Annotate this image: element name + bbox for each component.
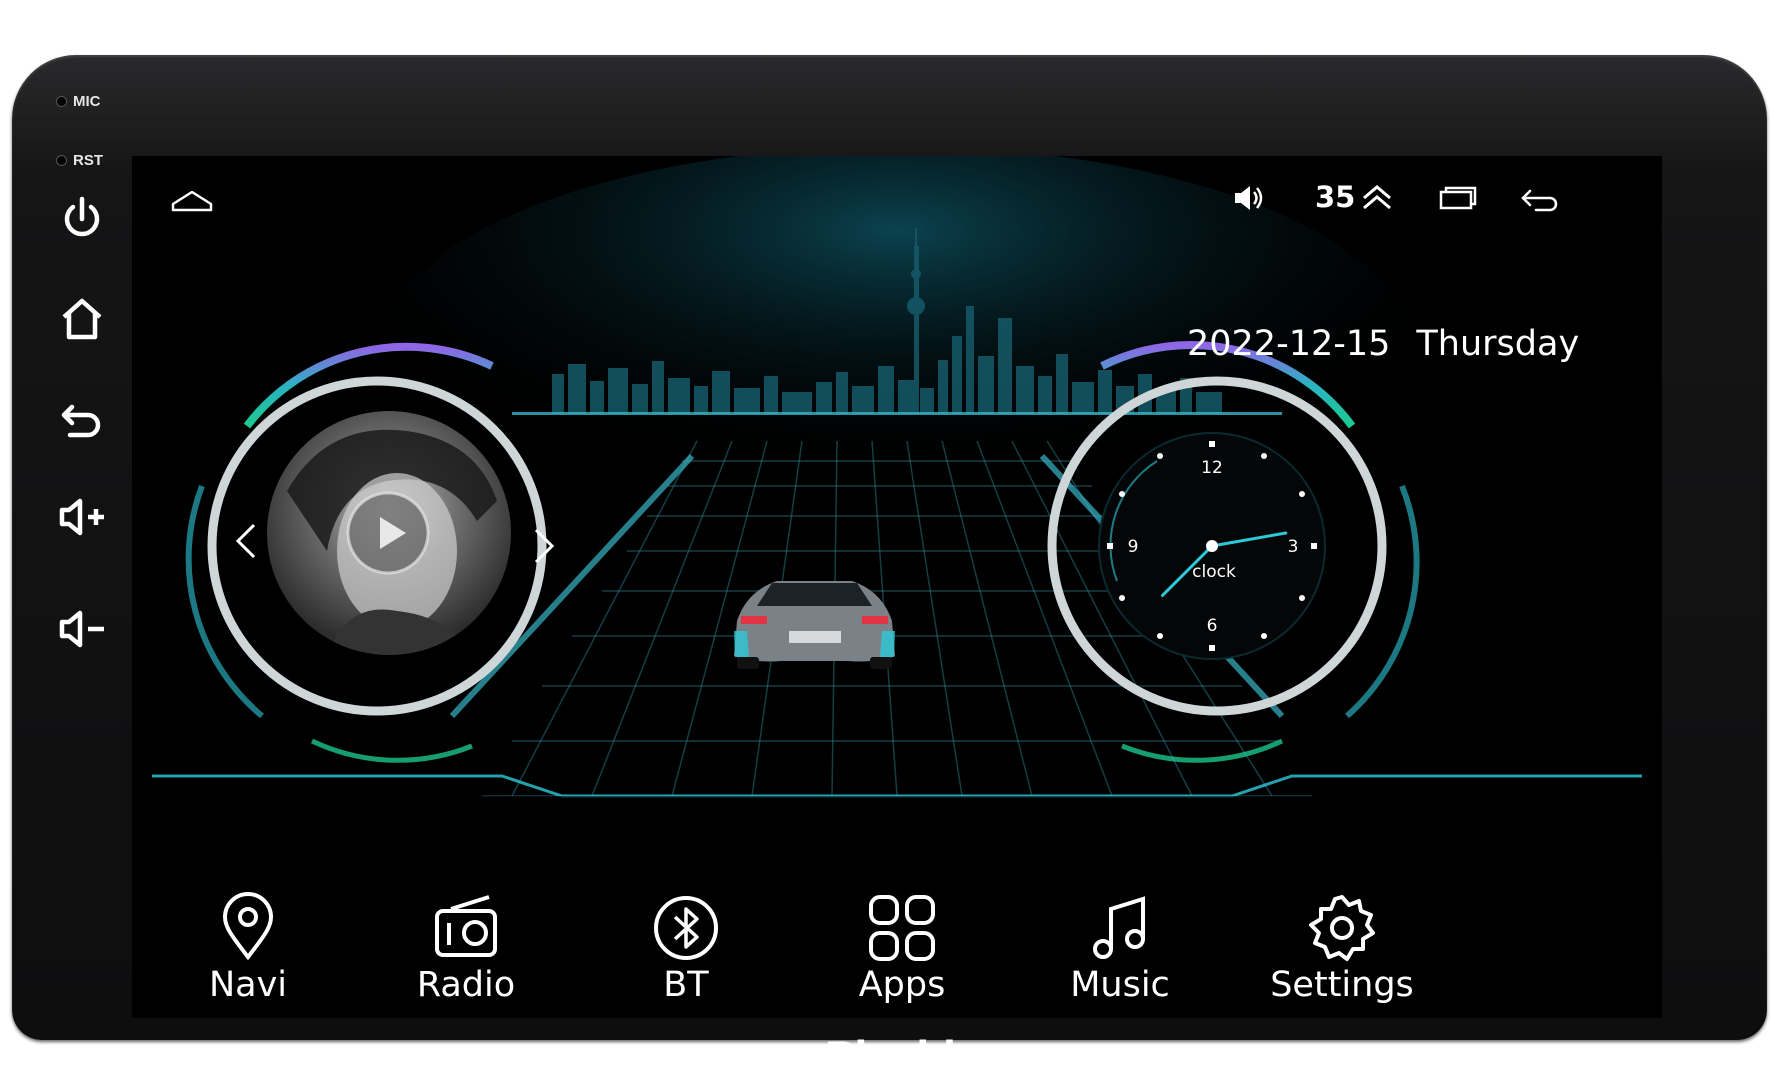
- dock-music[interactable]: Music: [1030, 891, 1210, 1005]
- dock-settings-label: Settings: [1270, 965, 1414, 1005]
- numeral-9: 9: [1128, 537, 1139, 557]
- dock-apps[interactable]: Apps: [812, 891, 992, 1005]
- chevron-right-icon[interactable]: [524, 516, 564, 576]
- apps-grid-icon: [869, 895, 935, 961]
- numeral-12: 12: [1201, 458, 1223, 478]
- chevron-left-icon[interactable]: [228, 511, 268, 571]
- volume-level: 35: [1315, 180, 1356, 214]
- speaker-icon[interactable]: [1232, 178, 1266, 218]
- numeral-6: 6: [1207, 616, 1218, 636]
- device-bezel: MIC RST 35 2022-12-15 Thursday 12 3 6 9 …: [12, 55, 1767, 1084]
- dock-navi-label: Navi: [208, 965, 288, 1005]
- brand-logo: Pixoid: [824, 1031, 956, 1084]
- car-image: [727, 561, 902, 671]
- dock-radio[interactable]: Radio: [376, 891, 556, 1005]
- rst-hole: [56, 155, 67, 166]
- dock-navi[interactable]: Navi: [158, 891, 338, 1005]
- dock-music-label: Music: [1070, 965, 1170, 1005]
- home-side-icon[interactable]: [56, 293, 108, 345]
- back-side-icon[interactable]: [56, 393, 108, 445]
- rst-text: RST: [73, 152, 103, 169]
- clock-center: [1206, 540, 1218, 552]
- radio-icon: [435, 895, 497, 957]
- mic-label: MIC: [56, 93, 101, 110]
- volume-down-icon[interactable]: [56, 603, 108, 655]
- recent-apps-icon[interactable]: [1437, 178, 1479, 218]
- numeral-3: 3: [1288, 537, 1299, 557]
- play-button[interactable]: [344, 489, 432, 577]
- music-note-icon: [1093, 896, 1145, 959]
- dock-apps-label: Apps: [858, 965, 946, 1005]
- clock-label: clock: [1192, 562, 1236, 582]
- map-pin-icon: [222, 892, 274, 961]
- gear-icon: [1309, 895, 1375, 961]
- double-chevron-up-icon[interactable]: [1360, 178, 1394, 218]
- dock-bt-label: BT: [663, 965, 709, 1005]
- home-icon[interactable]: [170, 178, 214, 218]
- mic-hole: [56, 96, 67, 107]
- rst-button[interactable]: RST: [56, 152, 103, 169]
- mic-text: MIC: [73, 93, 101, 110]
- bluetooth-icon: [654, 896, 718, 960]
- dock-radio-label: Radio: [416, 965, 516, 1005]
- volume-up-icon[interactable]: [56, 491, 108, 543]
- dock-settings[interactable]: Settings: [1252, 891, 1432, 1005]
- power-icon[interactable]: [56, 193, 108, 245]
- touch-screen: 35 2022-12-15 Thursday 12 3 6 9 clock Na…: [132, 156, 1662, 1018]
- analog-clock[interactable]: 12 3 6 9 clock: [1097, 431, 1327, 661]
- date-text: 2022-12-15: [1187, 324, 1391, 364]
- date-time-display: 2022-12-15 Thursday: [1187, 324, 1605, 364]
- back-icon[interactable]: [1520, 178, 1562, 218]
- dock-bt[interactable]: BT: [596, 891, 776, 1005]
- day-text: Thursday: [1416, 324, 1580, 364]
